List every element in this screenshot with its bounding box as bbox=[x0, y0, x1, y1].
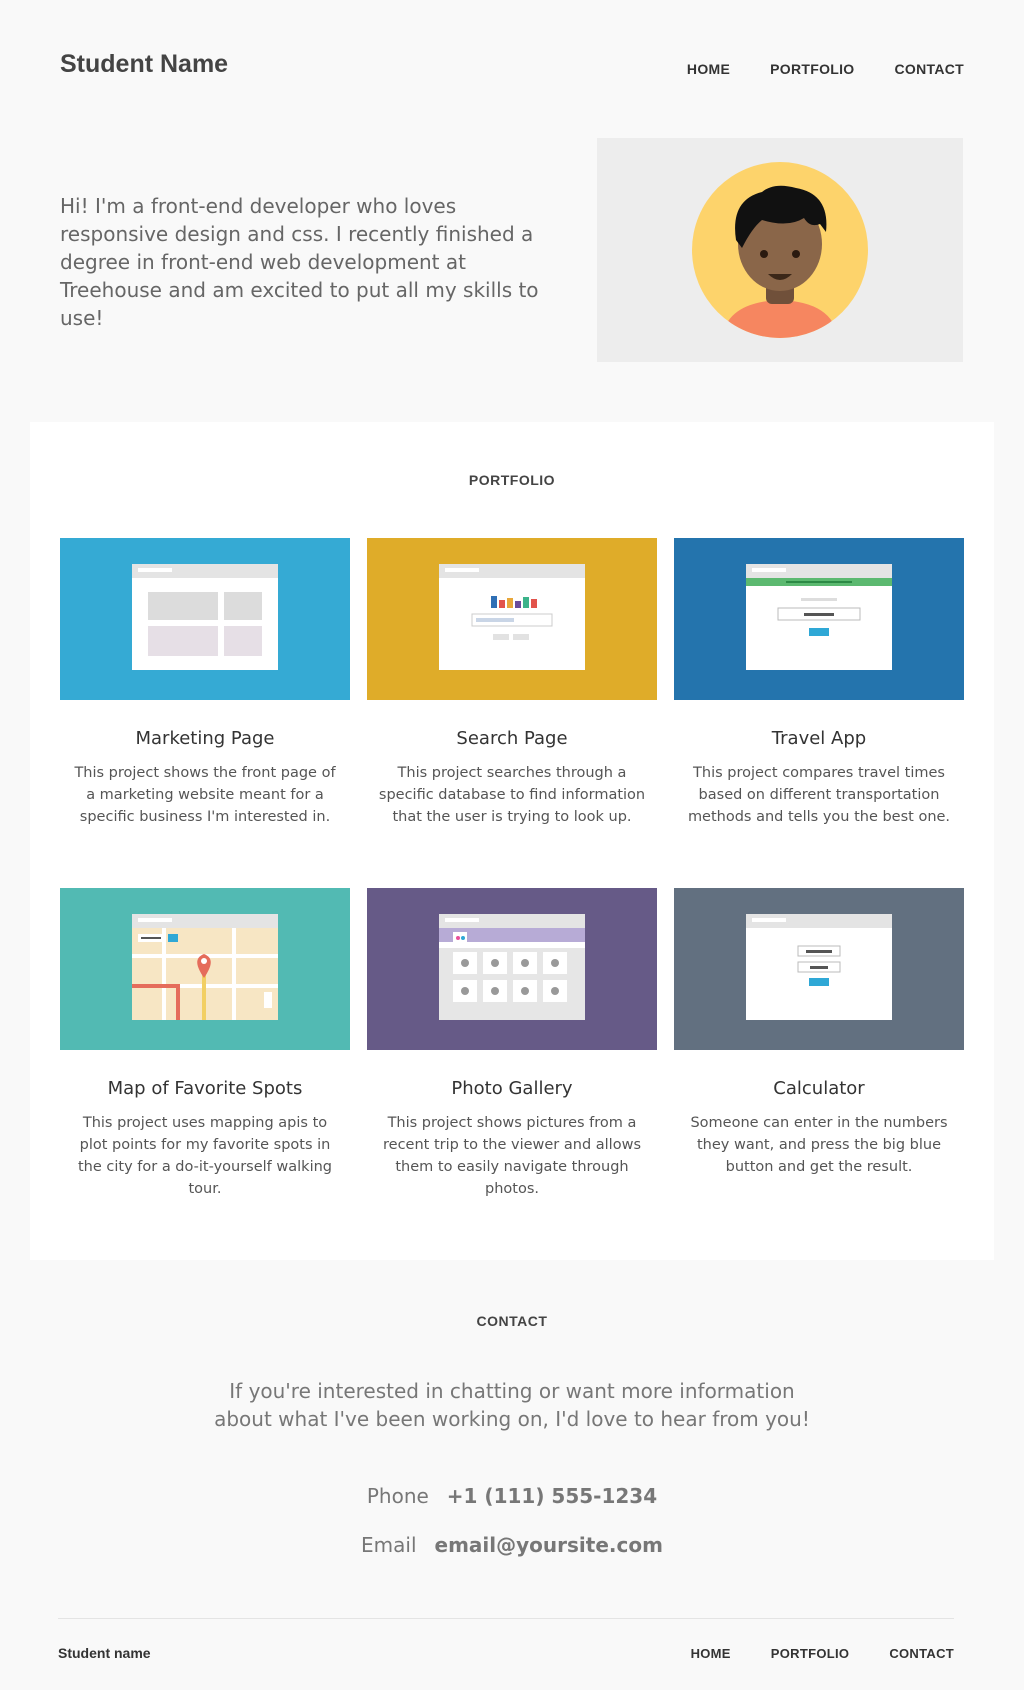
project-title: Map of Favorite Spots bbox=[107, 1078, 303, 1099]
footer-home-link[interactable]: HOME bbox=[691, 1646, 731, 1661]
main-nav: HOME PORTFOLIO CONTACT bbox=[687, 61, 964, 77]
footer-brand[interactable]: Student name bbox=[58, 1645, 151, 1661]
project-description: This project shows pictures from a recen… bbox=[383, 1115, 641, 1197]
browser-mockup-icon bbox=[132, 564, 278, 670]
site-header: Student Name HOME PORTFOLIO CONTACT bbox=[60, 0, 964, 130]
project-card-marketing[interactable]: Marketing Page This project shows the fr… bbox=[60, 538, 350, 828]
portfolio-title: PORTFOLIO bbox=[468, 472, 556, 488]
project-thumbnail[interactable] bbox=[60, 888, 350, 1050]
browser-mockup-icon bbox=[746, 564, 892, 670]
project-card-search[interactable]: Search Page This project searches throug… bbox=[367, 538, 657, 828]
project-title: Travel App bbox=[771, 728, 867, 749]
contact-lead-line: about what I've been working on, I'd lov… bbox=[214, 1407, 810, 1431]
project-title: Search Page bbox=[456, 728, 568, 749]
project-card-gallery[interactable]: Photo Gallery This project shows picture… bbox=[367, 888, 657, 1200]
project-title: Calculator bbox=[773, 1078, 865, 1099]
contact-title: CONTACT bbox=[476, 1313, 548, 1329]
project-title: Marketing Page bbox=[135, 728, 275, 749]
project-card-travel[interactable]: Travel App This project compares travel … bbox=[674, 538, 964, 828]
email-value[interactable]: email@yoursite.com bbox=[435, 1533, 663, 1557]
project-description: Someone can enter in the numbers they wa… bbox=[690, 1115, 948, 1175]
project-title: Photo Gallery bbox=[451, 1078, 573, 1099]
site-brand[interactable]: Student Name bbox=[60, 50, 228, 79]
contact-phone: Phone +1 (111) 555-1234 bbox=[0, 1484, 1024, 1508]
nav-home-link[interactable]: HOME bbox=[687, 61, 730, 77]
footer-contact-link[interactable]: CONTACT bbox=[889, 1646, 954, 1661]
browser-mockup-icon bbox=[746, 914, 892, 1020]
nav-contact-link[interactable]: CONTACT bbox=[895, 61, 965, 77]
contact-lead: If you're interested in chatting or want… bbox=[0, 1377, 1024, 1433]
contact-email: Email email@yoursite.com bbox=[0, 1533, 1024, 1557]
portfolio-section: PORTFOLIO Marketing Page This project sh… bbox=[30, 422, 994, 1260]
project-thumbnail[interactable] bbox=[60, 538, 350, 700]
contact-lead-line: If you're interested in chatting or want… bbox=[229, 1379, 795, 1403]
email-label: Email bbox=[361, 1533, 417, 1557]
phone-value[interactable]: +1 (111) 555-1234 bbox=[447, 1484, 657, 1508]
gallery-mockup-icon bbox=[439, 914, 585, 1020]
project-description: This project searches through a specific… bbox=[378, 765, 646, 825]
project-thumbnail[interactable] bbox=[674, 888, 964, 1050]
project-description: This project compares travel times based… bbox=[687, 765, 951, 825]
project-thumbnail[interactable] bbox=[674, 538, 964, 700]
avatar-illustration bbox=[692, 162, 868, 338]
intro-text: Hi! I'm a front-end developer who loves … bbox=[60, 194, 539, 330]
footer-divider bbox=[58, 1618, 954, 1619]
footer-portfolio-link[interactable]: PORTFOLIO bbox=[771, 1646, 850, 1661]
project-card-map[interactable]: Map of Favorite Spots This project uses … bbox=[60, 888, 350, 1200]
nav-portfolio-link[interactable]: PORTFOLIO bbox=[770, 61, 854, 77]
footer-nav: HOME PORTFOLIO CONTACT bbox=[691, 1646, 954, 1661]
project-thumbnail[interactable] bbox=[367, 538, 657, 700]
phone-label: Phone bbox=[366, 1484, 429, 1508]
project-description: This project shows the front page of a m… bbox=[74, 765, 336, 825]
project-thumbnail[interactable] bbox=[367, 888, 657, 1050]
project-card-calculator[interactable]: Calculator Someone can enter in the numb… bbox=[674, 888, 964, 1178]
map-mockup-icon bbox=[132, 914, 278, 1020]
project-description: This project uses mapping apis to plot p… bbox=[77, 1115, 332, 1197]
avatar-panel bbox=[597, 138, 963, 362]
browser-mockup-icon bbox=[439, 564, 585, 670]
